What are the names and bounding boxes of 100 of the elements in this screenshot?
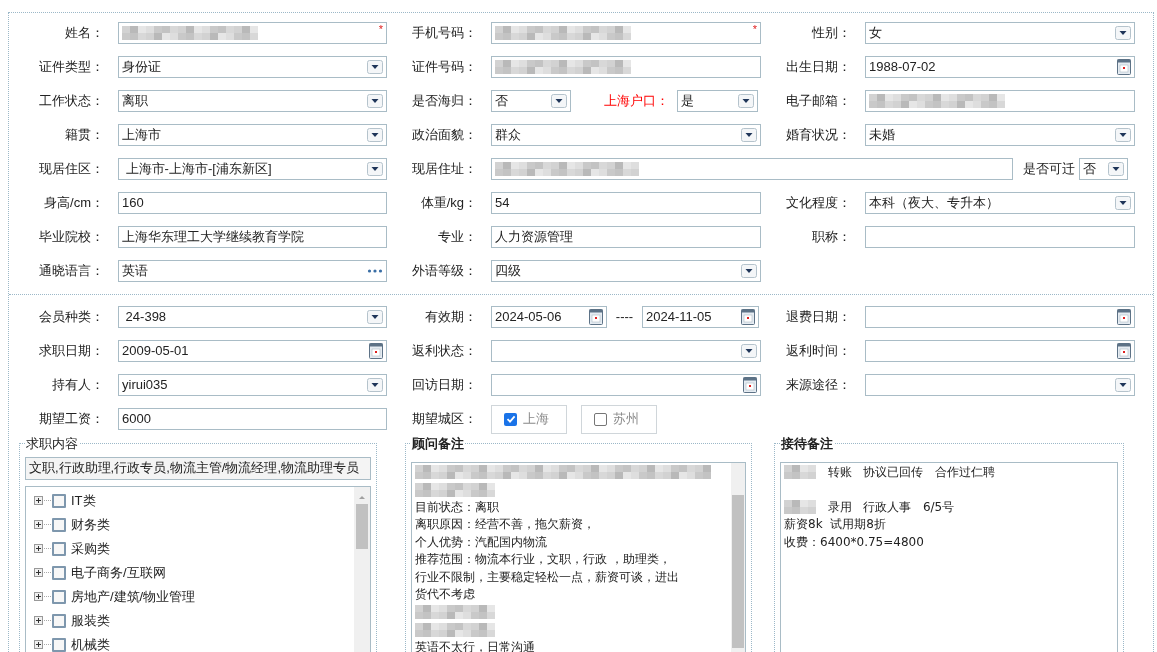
required-mark: * [752, 22, 757, 37]
field-label: 外语等级： [411, 262, 478, 281]
dropdown-field[interactable]: 四级 [491, 260, 761, 282]
dropdown-field[interactable]: 上海市 [118, 124, 387, 146]
text-field[interactable]: 54 [491, 192, 761, 214]
city-checkbox[interactable]: 上海 [491, 404, 567, 434]
date-field[interactable]: 2024-11-05 [642, 306, 759, 328]
date-field[interactable]: 2024-05-06 [491, 306, 607, 328]
text-field[interactable]: 文职,行政助理,行政专员,物流主管/物流经理,物流助理专员 [25, 456, 371, 480]
city-checkbox[interactable]: 苏州 [581, 404, 657, 434]
field-label: 退费日期： [785, 308, 852, 327]
field-label: 婚育状况： [785, 126, 852, 145]
note-line: 英语不太行，日常沟通 [415, 638, 535, 652]
dropdown-field[interactable]: 未婚 [865, 124, 1135, 146]
field-label: 电子邮箱： [785, 92, 852, 111]
text-field[interactable] [865, 226, 1135, 248]
tree-item-label[interactable]: 采购类 [71, 538, 110, 559]
dropdown-field[interactable] [491, 340, 761, 362]
text-field[interactable] [865, 90, 1135, 112]
expand-toggle-icon[interactable] [34, 616, 43, 625]
field-label: 上海户口： [603, 92, 670, 111]
dropdown-field[interactable]: 否 [491, 90, 571, 112]
picker-field[interactable]: 英语 [118, 260, 387, 282]
field-label: 回访日期： [411, 376, 478, 395]
date-field[interactable]: 2009-05-01 [118, 340, 387, 362]
expand-toggle-icon[interactable] [34, 520, 43, 529]
dropdown-field[interactable]: 24-398 [118, 306, 387, 328]
checkbox[interactable] [52, 565, 66, 580]
calendar-icon[interactable] [369, 343, 383, 359]
calendar-icon[interactable] [589, 309, 603, 325]
checkbox[interactable] [594, 412, 607, 426]
checkbox[interactable] [52, 517, 66, 532]
dropdown-field[interactable]: 离职 [118, 90, 387, 112]
note-line: 离职原因：经营不善，拖欠薪资， [415, 516, 595, 533]
calendar-icon[interactable] [1117, 59, 1131, 75]
tree-item-label[interactable]: 机械类 [71, 634, 110, 652]
text-field[interactable]: * [118, 22, 387, 44]
field-label: 证件号码： [411, 58, 478, 77]
text-field[interactable]: 上海华东理工大学继续教育学院 [118, 226, 387, 248]
text-field[interactable]: * [491, 22, 761, 44]
text-field[interactable] [491, 158, 1013, 180]
field-label: 来源途径： [785, 376, 852, 395]
field-label: 体重/kg： [419, 194, 478, 213]
dropdown-field[interactable]: 是 [677, 90, 758, 112]
date-field[interactable]: 1988-07-02 [865, 56, 1135, 78]
calendar-icon[interactable] [741, 309, 755, 325]
expand-toggle-icon[interactable] [34, 592, 43, 601]
text-field[interactable]: 160 [118, 192, 387, 214]
ellipsis-icon[interactable] [367, 269, 383, 273]
scrollbar[interactable] [354, 486, 370, 652]
checkbox[interactable] [52, 493, 66, 508]
tree-item-label[interactable]: 电子商务/互联网 [71, 562, 166, 583]
field-label: 身高/cm： [43, 194, 105, 213]
note-line: 行业不限制，主要稳定轻松一点，薪资可谈，进出 [415, 568, 679, 586]
checkbox[interactable] [52, 589, 66, 604]
field-label: 现居住址： [411, 160, 478, 179]
field-label: 手机号码： [411, 24, 478, 43]
checkbox[interactable] [504, 412, 517, 426]
scrollbar[interactable] [731, 462, 745, 652]
tree-item-label[interactable]: 财务类 [71, 514, 110, 535]
note-line: 目前状态：离职 [415, 498, 499, 516]
field-label: 专业： [437, 228, 478, 247]
dropdown-field[interactable]: 否 [1079, 158, 1128, 180]
tree-item-label[interactable]: 房地产/建筑/物业管理 [71, 586, 196, 607]
calendar-icon[interactable] [1117, 309, 1131, 325]
dropdown-field[interactable]: 群众 [491, 124, 761, 146]
expand-toggle-icon[interactable] [34, 544, 43, 553]
checkbox[interactable] [52, 541, 66, 556]
tree-item-label[interactable]: 服装类 [71, 610, 110, 631]
field-label: 持有人： [51, 376, 105, 395]
dropdown-field[interactable]: 身份证 [118, 56, 387, 78]
calendar-icon[interactable] [1117, 343, 1131, 359]
field-label: 返利状态： [411, 342, 478, 361]
dropdown-field[interactable] [865, 374, 1135, 396]
notes-textarea[interactable]: 目前状态：离职 离职原因：经营不善，拖欠薪资， 个人优势：汽配国内物流 推荐范围：物流本行业，文职，行政 ，助理类， 行业不限制，主要稳定轻松一点，薪资可谈，进出 货代不考虑 英语不太行，日常沟通 [411, 461, 746, 652]
checkbox[interactable] [52, 637, 66, 652]
calendar-icon[interactable] [743, 377, 757, 393]
expand-toggle-icon[interactable] [34, 640, 43, 649]
checkbox[interactable] [52, 613, 66, 628]
date-field[interactable] [865, 306, 1135, 328]
dropdown-field[interactable]: 上海市-上海市-[浦东新区] [118, 158, 387, 180]
note-line: 个人优势：汽配国内物流 [415, 533, 547, 551]
note-line: 录用 行政人事 6/5号 [828, 498, 955, 516]
note-line: 货代不考虑 [415, 586, 475, 603]
dropdown-field[interactable]: yirui035 [118, 374, 387, 396]
required-mark: * [378, 22, 383, 37]
text-field[interactable] [491, 56, 761, 78]
text-field[interactable]: 6000 [118, 408, 387, 430]
field-label: 证件类型： [38, 58, 105, 77]
field-label: 出生日期： [785, 58, 852, 77]
expand-toggle-icon[interactable] [34, 568, 43, 577]
notes-textarea[interactable]: 转账 协议已回传 合作过仁聘 录用 行政人事 6/5号 薪资8k 试用期8折 收费：6400*0.75=4800 [780, 461, 1118, 652]
field-label: 毕业院校： [38, 228, 105, 247]
dropdown-field[interactable]: 本科（夜大、专升本） [865, 192, 1135, 214]
date-field[interactable] [491, 374, 761, 396]
text-field[interactable]: 人力资源管理 [491, 226, 761, 248]
tree-item-label[interactable]: IT类 [71, 490, 96, 511]
date-field[interactable] [865, 340, 1135, 362]
dropdown-field[interactable]: 女 [865, 22, 1135, 44]
expand-toggle-icon[interactable] [34, 496, 43, 505]
